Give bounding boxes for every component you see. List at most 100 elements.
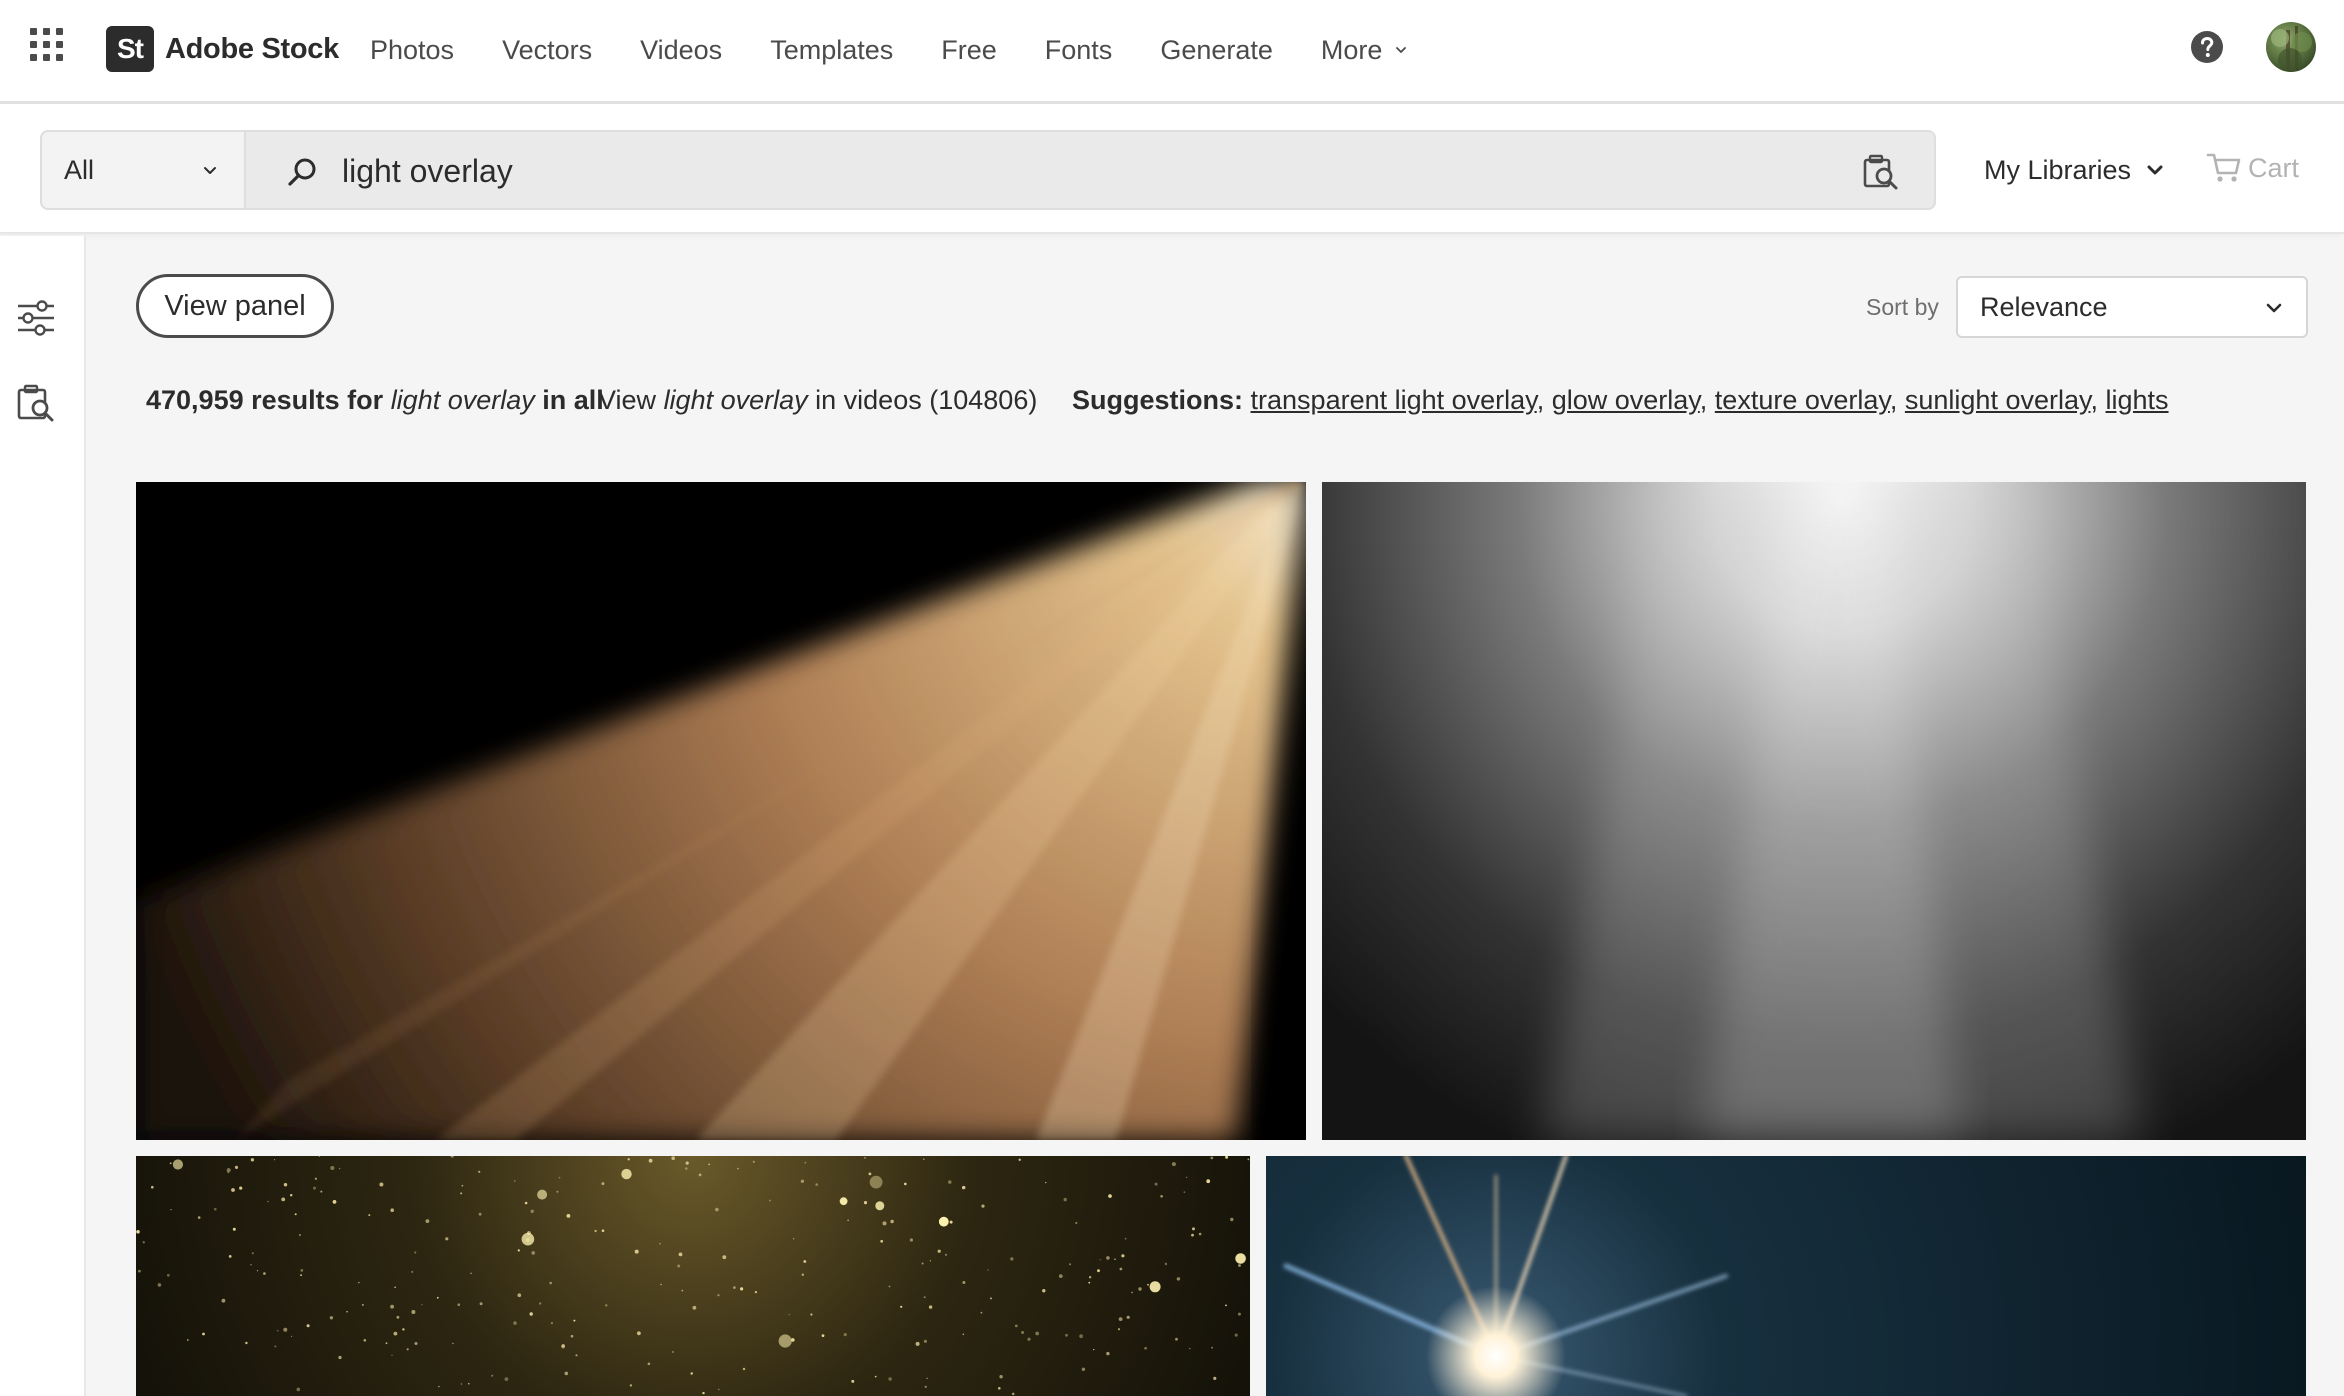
visual-search-icon[interactable] [1862, 154, 1900, 192]
golden-glitter-particles-art [136, 1156, 1250, 1396]
glitter-particle [151, 1185, 154, 1189]
cart-button[interactable]: Cart [2206, 148, 2299, 188]
view-in-videos-link[interactable]: light overlay in videos [664, 385, 922, 415]
glitter-particle [368, 1214, 371, 1217]
glitter-particle [296, 1387, 301, 1392]
glitter-particle [263, 1272, 266, 1275]
glitter-particle [1238, 1264, 1241, 1267]
glitter-particle [677, 1264, 681, 1268]
filters-icon[interactable] [14, 296, 58, 340]
glitter-particle [329, 1316, 334, 1320]
brand-name[interactable]: Adobe Stock [165, 30, 339, 68]
glitter-particle [226, 1168, 231, 1173]
glitter-particle [517, 1249, 520, 1252]
nav-generate[interactable]: Generate [1160, 30, 1273, 70]
nav-more-menu[interactable]: More [1321, 30, 1409, 70]
nav-templates[interactable]: Templates [770, 30, 893, 70]
glitter-particle [810, 1313, 813, 1316]
glitter-particle [390, 1208, 394, 1212]
glitter-particle [277, 1330, 279, 1332]
glitter-particle [274, 1159, 276, 1161]
suggestion-link[interactable]: transparent light overlay [1251, 385, 1537, 415]
glitter-particle [1247, 1158, 1250, 1161]
glitter-particle [566, 1214, 571, 1218]
glitter-particle [1164, 1262, 1168, 1266]
glitter-particle [1234, 1333, 1238, 1337]
adobe-stock-logo[interactable]: St [106, 26, 154, 72]
visual-search-icon[interactable] [14, 382, 58, 426]
nav-photos[interactable]: Photos [370, 30, 454, 70]
glitter-particle [251, 1252, 254, 1255]
glitter-particle [769, 1199, 771, 1202]
suggestion-link[interactable]: texture overlay [1715, 385, 1890, 415]
suggestions: Suggestions: transparent light overlay, … [1072, 385, 2169, 415]
videos-term: light overlay [663, 385, 808, 415]
glitter-particle [281, 1197, 286, 1202]
glitter-particle [937, 1249, 941, 1253]
glitter-particle [1147, 1283, 1149, 1286]
glitter-particle [1058, 1274, 1063, 1278]
glitter-particle [1027, 1337, 1031, 1341]
glitter-particle [421, 1304, 423, 1306]
lens-flare-star-image[interactable] [1266, 1156, 2306, 1396]
golden-light-rays-image[interactable] [136, 482, 1306, 1140]
glitter-particle [306, 1324, 310, 1328]
glitter-particle [314, 1177, 317, 1180]
suggestion-link[interactable]: glow overlay [1552, 385, 1700, 415]
glitter-particle [478, 1212, 482, 1216]
glitter-particle [659, 1242, 661, 1245]
glitter-particle [570, 1334, 574, 1338]
nav-free[interactable]: Free [941, 30, 997, 70]
glitter-particle [601, 1182, 605, 1186]
glitter-particle [1106, 1351, 1110, 1356]
glitter-particle [874, 1375, 877, 1378]
glitter-particle [998, 1387, 1001, 1390]
glitter-particle [283, 1327, 288, 1332]
glitter-particle [594, 1229, 597, 1233]
glitter-particle [406, 1348, 409, 1351]
glitter-particle [363, 1339, 367, 1342]
suggestion-link[interactable]: sunlight overlay [1905, 385, 2091, 415]
app-switcher-icon[interactable] [30, 28, 64, 62]
search-scope-value: All [64, 155, 95, 185]
view-in-videos: View light overlay in videos (104806) [598, 380, 1037, 420]
suggestion-link[interactable]: lights [2106, 385, 2169, 415]
glitter-particle [923, 1296, 926, 1299]
glitter-particle [245, 1341, 248, 1345]
help-icon[interactable] [2190, 30, 2224, 64]
nav-videos[interactable]: Videos [640, 30, 722, 70]
glitter-particle [999, 1375, 1003, 1379]
glitter-particle [1106, 1256, 1110, 1260]
glitter-particle [1210, 1156, 1214, 1160]
glitter-particle [300, 1274, 302, 1276]
glitter-particle [888, 1285, 891, 1288]
nav-fonts[interactable]: Fonts [1045, 30, 1113, 70]
glitter-particle [239, 1186, 243, 1190]
my-libraries-menu[interactable]: My Libraries [1984, 150, 2165, 190]
chevron-down-icon [2147, 165, 2163, 175]
view-panel-button[interactable]: View panel [136, 274, 334, 338]
sort-value: Relevance [1980, 292, 2108, 322]
search-input[interactable] [342, 146, 1792, 196]
cart-label: Cart [2248, 153, 2300, 183]
golden-glitter-particles-image[interactable] [136, 1156, 1250, 1396]
glitter-particle [1185, 1176, 1188, 1179]
glitter-particle [900, 1305, 903, 1308]
nav-vectors[interactable]: Vectors [502, 30, 592, 70]
glitter-particle [468, 1382, 470, 1385]
user-avatar[interactable] [2266, 22, 2316, 72]
glitter-particle [330, 1166, 335, 1170]
white-spotlight-fog-image[interactable] [1322, 482, 2306, 1140]
glitter-particle [361, 1303, 364, 1306]
glitter-particle [573, 1319, 576, 1322]
glitter-particle [517, 1293, 522, 1297]
glitter-particle [1018, 1158, 1021, 1161]
search-scope-select[interactable]: All [40, 130, 246, 210]
glitter-particle [928, 1305, 933, 1309]
glitter-particle [843, 1333, 847, 1337]
glitter-particle [530, 1209, 534, 1213]
glitter-particle [681, 1289, 684, 1292]
glitter-particle [575, 1354, 578, 1357]
sort-select[interactable]: Relevance [1956, 276, 2308, 338]
glitter-particle [393, 1331, 398, 1336]
